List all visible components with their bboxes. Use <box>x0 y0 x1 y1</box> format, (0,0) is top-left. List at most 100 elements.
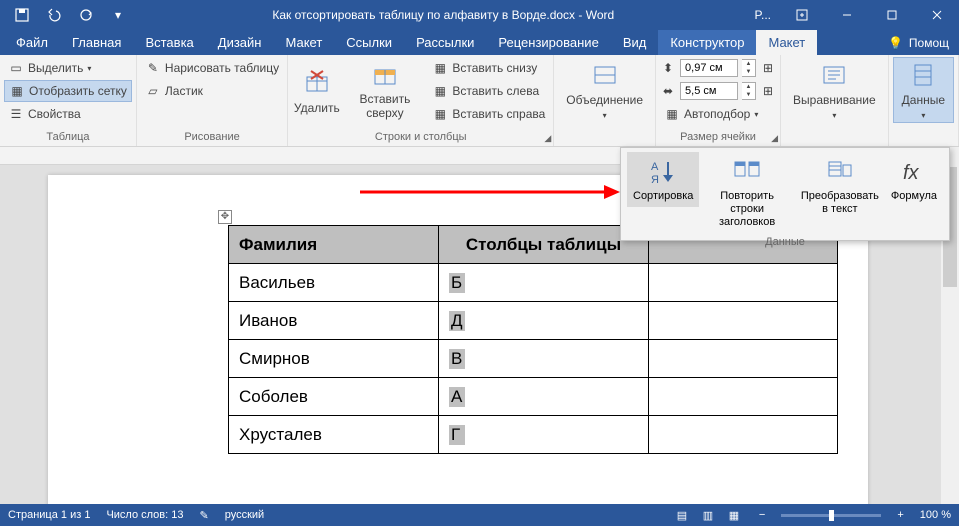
zoom-level[interactable]: 100 % <box>920 509 951 521</box>
tab-table-constructor[interactable]: Конструктор <box>658 30 756 55</box>
insert-above-icon <box>369 60 401 88</box>
status-spellcheck-icon[interactable]: ✎ <box>200 509 209 522</box>
tab-mailings[interactable]: Рассылки <box>404 30 486 55</box>
row-height-control[interactable]: ⬍▲▼⊞ <box>660 57 776 79</box>
status-language[interactable]: русский <box>225 509 264 521</box>
col-width-control[interactable]: ⬌ ▲▼⊞ <box>660 80 776 102</box>
lightbulb-icon: 💡 <box>888 36 903 50</box>
tab-view[interactable]: Вид <box>611 30 659 55</box>
convert-to-text-button[interactable]: Преобразовать в текст <box>795 152 885 220</box>
ribbon-group-merge: Объединение▾ <box>554 55 656 146</box>
insert-above-button[interactable]: Вставить сверху <box>344 57 427 123</box>
select-button[interactable]: ▭Выделить▾ <box>4 57 132 79</box>
view-buttons: ▤ ▥ ▦ <box>673 507 743 523</box>
table-row: Смирнов В <box>229 340 838 378</box>
dialog-launcher-size-icon[interactable]: ◢ <box>771 133 778 144</box>
merge-button[interactable]: Объединение▾ <box>558 57 651 123</box>
draw-table-button[interactable]: ✎Нарисовать таблицу <box>141 57 283 79</box>
autofit-icon: ▦ <box>664 106 680 122</box>
insert-below-button[interactable]: ▦Вставить снизу <box>428 57 549 79</box>
sort-button[interactable]: АЯ Сортировка <box>627 152 699 207</box>
help-label: Помощ <box>909 36 949 50</box>
convert-icon <box>824 156 856 188</box>
properties-button[interactable]: ☰Свойства <box>4 103 132 125</box>
zoom-out-icon[interactable]: − <box>759 509 765 521</box>
width-icon: ⬌ <box>660 83 676 99</box>
eraser-icon: ▱ <box>145 83 161 99</box>
minimize-icon[interactable] <box>824 0 869 30</box>
tab-references[interactable]: Ссылки <box>334 30 404 55</box>
status-word-count[interactable]: Число слов: 13 <box>106 509 183 521</box>
data-dropdown-button[interactable]: Данные▾ <box>893 57 954 123</box>
group-label-table: Таблица <box>4 129 132 146</box>
merge-icon <box>589 61 621 89</box>
distribute-rows-icon[interactable]: ⊞ <box>760 60 776 76</box>
repeat-header-icon <box>731 156 763 188</box>
dialog-launcher-icon[interactable]: ◢ <box>544 133 551 144</box>
undo-icon[interactable] <box>40 3 68 27</box>
account-badge[interactable]: P... <box>747 8 779 22</box>
height-spinner[interactable]: ▲▼ <box>742 59 756 77</box>
grid-icon: ▦ <box>9 83 25 99</box>
web-layout-icon[interactable]: ▦ <box>725 507 743 523</box>
tab-home[interactable]: Главная <box>60 30 133 55</box>
ribbon-group-rows: Удалить Вставить сверху ▦Вставить снизу … <box>288 55 554 146</box>
zoom-in-icon[interactable]: + <box>897 509 903 521</box>
table-header-0[interactable]: Фамилия <box>229 226 439 264</box>
width-spinner[interactable]: ▲▼ <box>742 82 756 100</box>
ribbon-group-align: Выравнивание▾ <box>781 55 889 146</box>
show-grid-button[interactable]: ▦Отобразить сетку <box>4 80 132 102</box>
ribbon-group-draw: ✎Нарисовать таблицу ▱Ластик Рисование <box>137 55 288 146</box>
alignment-button[interactable]: Выравнивание▾ <box>785 57 884 123</box>
zoom-slider[interactable] <box>781 514 881 517</box>
maximize-icon[interactable] <box>869 0 914 30</box>
group-label-draw: Рисование <box>141 129 283 146</box>
tab-layout[interactable]: Макет <box>273 30 334 55</box>
tab-file[interactable]: Файл <box>4 30 60 55</box>
ribbon: ▭Выделить▾ ▦Отобразить сетку ☰Свойства Т… <box>0 55 959 147</box>
align-icon <box>818 61 850 89</box>
insert-right-button[interactable]: ▦Вставить справа <box>428 103 549 125</box>
ribbon-options-icon[interactable] <box>779 0 824 30</box>
save-icon[interactable] <box>8 3 36 27</box>
repeat-header-button[interactable]: Повторить строки заголовков <box>699 152 794 234</box>
tab-insert[interactable]: Вставка <box>133 30 205 55</box>
table-move-handle[interactable]: ✥ <box>218 210 232 224</box>
window-controls <box>779 0 959 30</box>
quick-access-toolbar: ▾ <box>0 3 140 27</box>
cursor-icon: ▭ <box>8 60 24 76</box>
formula-icon: fx <box>898 156 930 188</box>
insert-left-button[interactable]: ▦Вставить слева <box>428 80 549 102</box>
ribbon-group-data: Данные▾ <box>889 55 959 146</box>
autofit-button[interactable]: ▦Автоподбор▾ <box>660 103 776 125</box>
height-input[interactable] <box>680 59 738 77</box>
title-bar: ▾ Как отсортировать таблицу по алфавиту … <box>0 0 959 30</box>
zoom-thumb[interactable] <box>829 510 834 521</box>
group-label-cellsize: Размер ячейки <box>660 129 776 146</box>
table-row: Иванов Д <box>229 302 838 340</box>
table-row: Соболев А <box>229 378 838 416</box>
data-icon <box>907 61 939 89</box>
document-table[interactable]: Фамилия Столбцы таблицы Васильев Б Ивано… <box>228 225 838 454</box>
eraser-button[interactable]: ▱Ластик <box>141 80 283 102</box>
group-label-rows: Строки и столбцы <box>292 129 549 146</box>
read-mode-icon[interactable]: ▤ <box>673 507 691 523</box>
table-header-1[interactable]: Столбцы таблицы <box>439 226 649 264</box>
window-title: Как отсортировать таблицу по алфавиту в … <box>140 8 747 22</box>
tab-table-layout[interactable]: Макет <box>756 30 817 55</box>
formula-button[interactable]: fx Формула <box>885 152 943 207</box>
tab-review[interactable]: Рецензирование <box>486 30 610 55</box>
ribbon-tabs: Файл Главная Вставка Дизайн Макет Ссылки… <box>0 30 959 55</box>
status-page[interactable]: Страница 1 из 1 <box>8 509 90 521</box>
width-input[interactable] <box>680 82 738 100</box>
tab-design[interactable]: Дизайн <box>206 30 274 55</box>
redo-icon[interactable] <box>72 3 100 27</box>
delete-button[interactable]: Удалить <box>292 57 341 123</box>
svg-text:Я: Я <box>651 174 659 186</box>
close-icon[interactable] <box>914 0 959 30</box>
qat-customize-icon[interactable]: ▾ <box>104 3 132 27</box>
help-tell-me[interactable]: 💡 Помощ <box>878 30 959 55</box>
print-layout-icon[interactable]: ▥ <box>699 507 717 523</box>
insert-left-icon: ▦ <box>432 83 448 99</box>
distribute-cols-icon[interactable]: ⊞ <box>760 83 776 99</box>
